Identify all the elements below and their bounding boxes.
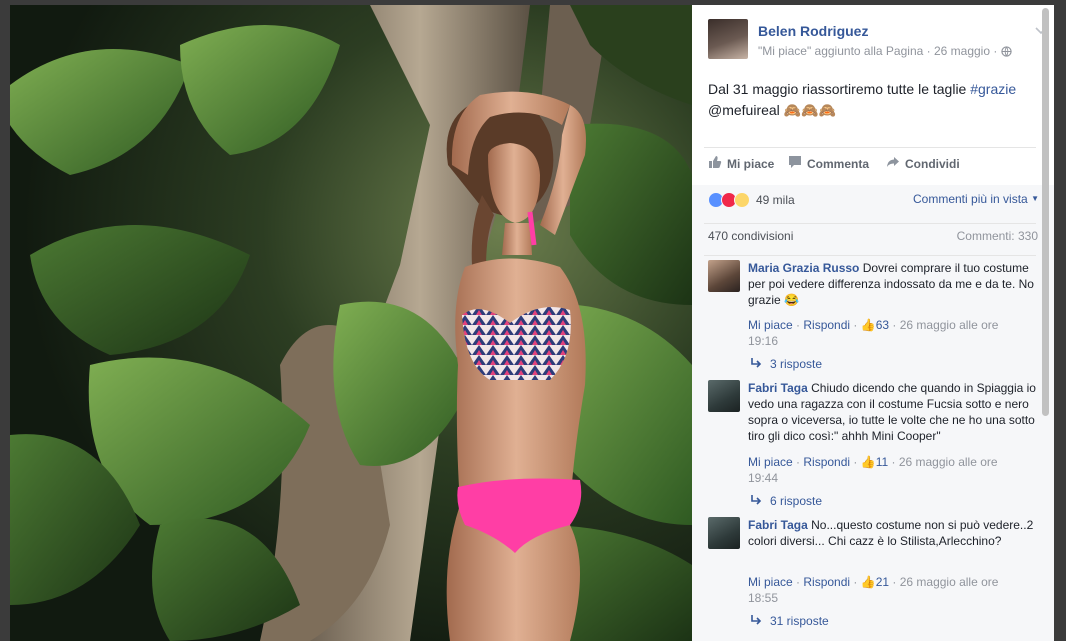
panel-scrollbar[interactable] bbox=[1041, 8, 1051, 641]
model-figure bbox=[446, 91, 586, 641]
reply-arrow-icon bbox=[750, 357, 762, 371]
comment-body: Fabri Taga Chiudo dicendo che quando in … bbox=[748, 380, 1038, 444]
post-header: Belen Rodriguez "Mi piace" aggiunto alla… bbox=[708, 19, 1047, 65]
post-meta: "Mi piace" aggiunto alla Pagina · 26 mag… bbox=[758, 44, 1012, 60]
meta-like-text: "Mi piace" aggiunto alla Pagina bbox=[758, 44, 924, 58]
meta-separator: · bbox=[923, 44, 934, 58]
meta-separator: · bbox=[990, 44, 1001, 58]
viewer: Belen Rodriguez "Mi piace" aggiunto alla… bbox=[0, 0, 1066, 641]
divider bbox=[704, 223, 1036, 224]
comment-button[interactable]: Commenta bbox=[788, 155, 869, 172]
view-replies-link[interactable]: 6 risposte bbox=[750, 494, 822, 508]
divider bbox=[704, 147, 1036, 148]
top-comments-dropdown[interactable]: Commenti più in vista ▼ bbox=[913, 192, 1039, 206]
share-icon bbox=[886, 155, 900, 172]
comment-like-link[interactable]: Mi piace bbox=[748, 575, 793, 589]
comment-button-label: Commenta bbox=[807, 156, 870, 171]
thumb-up-icon bbox=[708, 155, 722, 172]
thumb-up-icon: 👍 bbox=[860, 318, 876, 332]
comment-like-count[interactable]: 11 bbox=[876, 455, 888, 469]
comment-like-count[interactable]: 63 bbox=[876, 318, 889, 332]
action-bar: Mi piace Commenta Condividi bbox=[708, 155, 1038, 175]
comment-meta: Mi piace · Rispondi · 👍11 · 26 maggio al… bbox=[748, 455, 998, 485]
commenter-avatar[interactable] bbox=[708, 380, 740, 412]
comment-like-link[interactable]: Mi piace bbox=[748, 455, 793, 469]
like-button[interactable]: Mi piace bbox=[708, 155, 774, 172]
shares-count[interactable]: 470 condivisioni bbox=[708, 229, 793, 243]
post-text: Dal 31 maggio riassortiremo tutte le tag… bbox=[708, 79, 1038, 121]
author-avatar[interactable] bbox=[708, 19, 748, 59]
comment-icon bbox=[788, 155, 802, 172]
post-panel: Belen Rodriguez "Mi piace" aggiunto alla… bbox=[692, 5, 1054, 641]
comment-like-count[interactable]: 21 bbox=[876, 575, 889, 589]
post-text-mention: @mefuireal 🙈🙈🙈 bbox=[708, 102, 836, 118]
comments-count: Commenti: 330 bbox=[956, 229, 1038, 243]
comment-reply-link[interactable]: Rispondi bbox=[803, 318, 850, 332]
comment-body: Fabri Taga No...questo costume non si pu… bbox=[748, 517, 1038, 549]
post-text-body: Dal 31 maggio riassortiremo tutte le tag… bbox=[708, 81, 971, 97]
reply-arrow-icon bbox=[750, 494, 762, 508]
scroll-thumb[interactable] bbox=[1042, 8, 1049, 416]
caret-down-icon: ▼ bbox=[1031, 194, 1039, 203]
thumb-up-icon: 👍 bbox=[860, 575, 876, 589]
comment-body: Maria Grazia Russo Dovrei comprare il tu… bbox=[748, 260, 1038, 308]
reactions-summary[interactable]: 49 mila bbox=[708, 191, 795, 209]
commenter-name[interactable]: Maria Grazia Russo bbox=[748, 261, 859, 275]
top-comments-label: Commenti più in vista bbox=[913, 192, 1028, 206]
commenter-name[interactable]: Fabri Taga bbox=[748, 381, 808, 395]
view-replies-link[interactable]: 31 risposte bbox=[750, 614, 829, 628]
post-photo[interactable] bbox=[10, 5, 692, 641]
replies-label: 31 risposte bbox=[770, 614, 829, 628]
reactions-count[interactable]: 49 mila bbox=[756, 193, 795, 207]
reply-arrow-icon bbox=[750, 614, 762, 628]
commenter-name[interactable]: Fabri Taga bbox=[748, 518, 808, 532]
commenter-avatar[interactable] bbox=[708, 517, 740, 549]
comment-meta: Mi piace · Rispondi · 👍21 · 26 maggio al… bbox=[748, 575, 999, 605]
author-name[interactable]: Belen Rodriguez bbox=[758, 23, 868, 39]
replies-label: 3 risposte bbox=[770, 357, 823, 371]
hashtag-link[interactable]: #grazie bbox=[970, 81, 1016, 97]
comment-reply-link[interactable]: Rispondi bbox=[803, 575, 850, 589]
thumb-up-icon: 👍 bbox=[860, 455, 876, 469]
comment-like-link[interactable]: Mi piace bbox=[748, 318, 793, 332]
comment-reply-link[interactable]: Rispondi bbox=[803, 455, 850, 469]
commenter-avatar[interactable] bbox=[708, 260, 740, 292]
replies-label: 6 risposte bbox=[770, 494, 823, 508]
share-button[interactable]: Condividi bbox=[886, 155, 960, 172]
post-date[interactable]: 26 maggio bbox=[934, 44, 990, 58]
like-button-label: Mi piace bbox=[727, 156, 775, 171]
share-button-label: Condividi bbox=[905, 156, 960, 171]
wow-reaction-icon bbox=[734, 192, 750, 208]
divider bbox=[704, 255, 1036, 256]
comment-meta: Mi piace · Rispondi · 👍63 · 26 maggio al… bbox=[748, 318, 999, 348]
view-replies-link[interactable]: 3 risposte bbox=[750, 357, 822, 371]
globe-icon bbox=[1001, 46, 1012, 60]
